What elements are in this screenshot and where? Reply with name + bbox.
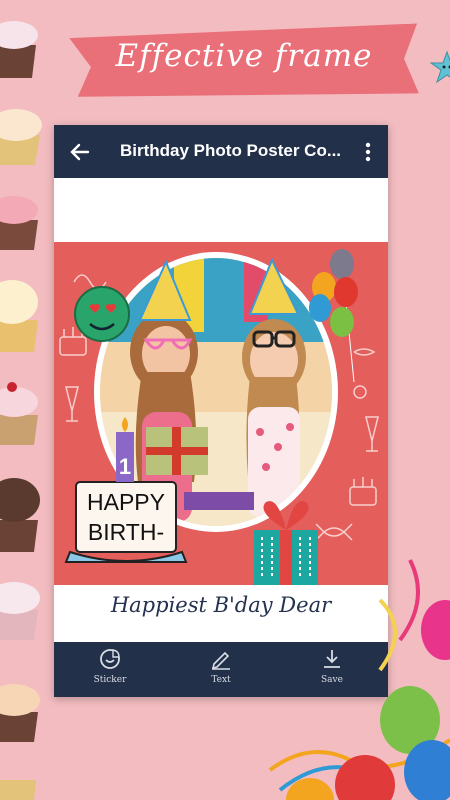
app-bar: Birthday Photo Poster Co... — [54, 125, 388, 178]
back-arrow-icon[interactable] — [68, 140, 92, 164]
balloons-decoration — [268, 559, 450, 800]
cake-text-line1: HAPPY — [87, 489, 165, 515]
sticker-label: Sticker — [93, 675, 127, 685]
cupcake-decorations — [0, 21, 42, 800]
poster-artwork: 1 HAPPY BIRTH- — [59, 249, 379, 585]
app-bar-title: Birthday Photo Poster Co... — [120, 141, 342, 160]
cake-text-line2: BIRTH- — [88, 519, 164, 545]
star-icon — [430, 50, 450, 84]
more-options-icon[interactable] — [358, 140, 378, 164]
pencil-icon — [211, 651, 230, 670]
text-button[interactable]: Text — [181, 648, 261, 685]
poster-frame[interactable]: 1 HAPPY BIRTH- — [54, 242, 388, 585]
text-label: Text — [211, 675, 231, 685]
sticker-icon — [100, 649, 120, 669]
cake-candle-number: 1 — [119, 454, 131, 479]
sticker-button[interactable]: Sticker — [70, 648, 150, 685]
banner-title: Effective frame — [115, 38, 373, 74]
